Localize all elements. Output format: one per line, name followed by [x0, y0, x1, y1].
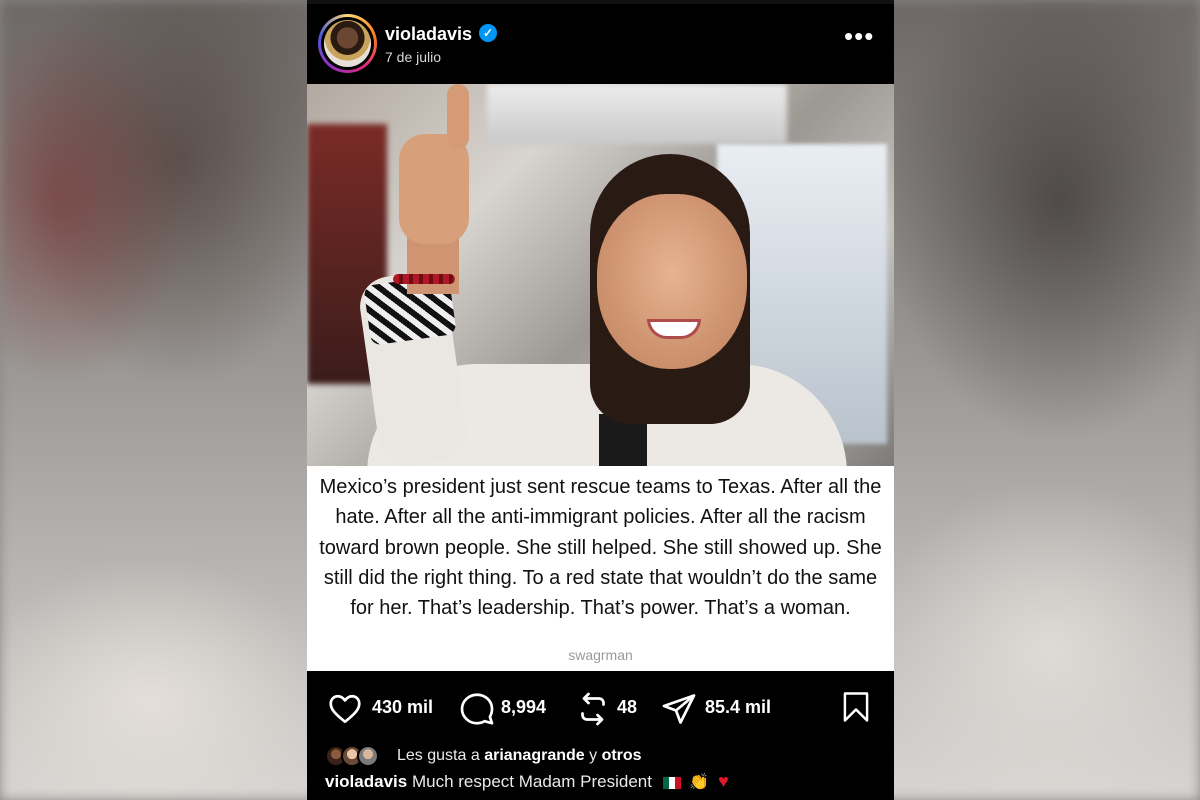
liked-by-others[interactable]: otros	[602, 747, 642, 764]
share-count: 85.4 mil	[705, 697, 772, 717]
repost-icon	[581, 692, 605, 726]
action-bar: 430 mil 8,994 48 85.4 mil	[307, 671, 894, 746]
caption-text: Much respect Madam President	[411, 772, 652, 791]
post-date: 7 de julio	[385, 49, 442, 65]
image-credit: swagrman	[568, 647, 633, 663]
clapping-hands-icon: 👏	[689, 774, 710, 791]
liked-by-text: Les gusta a arianagrande y otros	[397, 747, 642, 765]
liked-by-prefix: Les gusta a	[397, 747, 480, 764]
post-photo	[307, 84, 894, 466]
username[interactable]: violadavis	[385, 24, 472, 45]
repost-count: 48	[617, 697, 638, 717]
comment-button[interactable]: 8,994	[459, 689, 569, 729]
save-button[interactable]	[841, 691, 871, 723]
liker-avatar-3	[357, 745, 379, 767]
liked-by-row[interactable]: Les gusta a arianagrande y otros	[325, 745, 885, 769]
image-caption-text: Mexico’s president just sent rescue team…	[319, 476, 882, 620]
bookmark-icon	[843, 692, 869, 722]
post-header: violadavis ✓ 7 de julio •••	[307, 0, 894, 84]
post-media[interactable]: Mexico’s president just sent rescue team…	[307, 84, 894, 671]
send-icon	[662, 694, 696, 724]
instagram-post: violadavis ✓ 7 de julio ••• Mexico’s pre…	[307, 0, 894, 800]
heart-icon	[329, 694, 361, 724]
post-caption: violadavis Much respect Madam President …	[325, 771, 885, 792]
share-button[interactable]: 85.4 mil	[661, 689, 791, 729]
more-options-icon[interactable]: •••	[844, 23, 874, 50]
story-ring[interactable]	[318, 14, 377, 73]
comment-icon	[460, 693, 494, 725]
avatar[interactable]	[324, 20, 371, 67]
image-caption-card: Mexico’s president just sent rescue team…	[307, 466, 894, 671]
like-count: 430 mil	[372, 697, 434, 717]
mexico-flag-icon	[662, 776, 681, 789]
liked-by-user[interactable]: arianagrande	[484, 747, 584, 764]
caption-username[interactable]: violadavis	[325, 772, 407, 791]
verified-badge-icon: ✓	[479, 24, 497, 42]
like-button[interactable]: 430 mil	[327, 689, 447, 729]
liked-by-joiner: y	[589, 747, 598, 764]
comment-count: 8,994	[501, 697, 547, 717]
repost-button[interactable]: 48	[575, 689, 655, 729]
red-heart-icon: ♥	[718, 771, 729, 791]
